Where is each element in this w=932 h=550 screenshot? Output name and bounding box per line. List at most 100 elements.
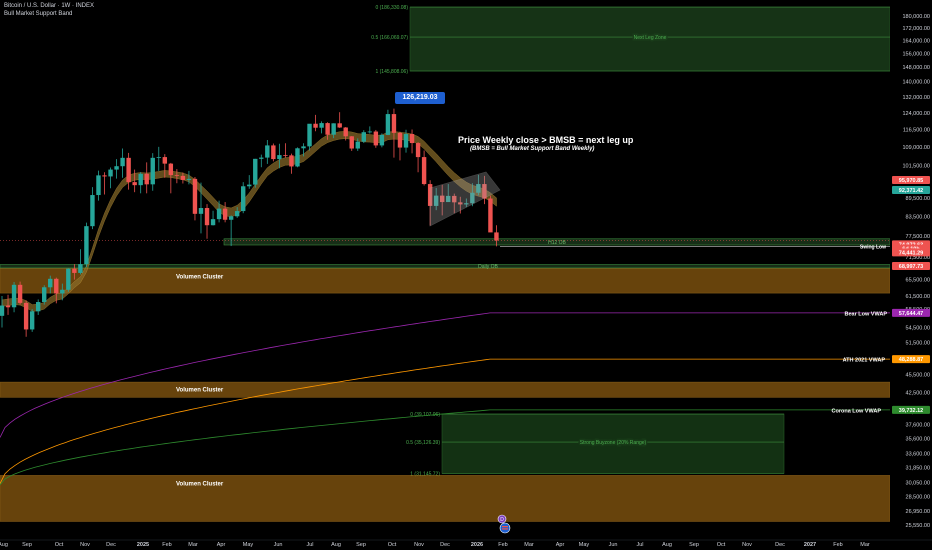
time-tick-label: Oct [388,542,397,548]
candle-body[interactable] [72,268,77,273]
candle-body[interactable] [198,208,204,214]
candle-body[interactable] [96,175,101,196]
price-tick-label: 33,600.00 [906,452,930,458]
candle-body[interactable] [421,157,427,185]
candle-body[interactable] [494,232,499,241]
candle-body[interactable] [313,123,318,128]
candle-body[interactable] [361,132,366,142]
candle-body[interactable] [42,287,47,303]
candle-body[interactable] [78,264,83,273]
candle-body[interactable] [138,173,143,186]
candle-body[interactable] [301,146,306,149]
candle-body[interactable] [379,134,385,146]
candle-body[interactable] [126,157,131,183]
candle-body[interactable] [23,302,29,330]
vwap-name-label: ATH 2021 VWAP [843,358,886,364]
price-chart[interactable]: 0 (186,330.08) 0.5 (166,069.07) 1 (145,808… [0,0,932,550]
candle-body[interactable] [102,175,107,177]
candle-body[interactable] [367,131,373,133]
candle-body[interactable] [265,145,270,158]
indicator-name[interactable]: Bull Market Support Band [4,11,72,17]
candle-body[interactable] [120,157,125,167]
candle-body[interactable] [180,175,186,180]
price-tick-label: 31,850.00 [906,466,930,472]
candle-body[interactable] [29,311,35,330]
candle-body[interactable] [283,155,288,156]
candle-body[interactable] [150,157,155,185]
candle-body[interactable] [54,278,59,294]
candle-body[interactable] [17,284,23,303]
candle-body[interactable] [114,166,119,170]
candle-body[interactable] [48,278,53,288]
flag-icon[interactable] [499,522,511,534]
time-tick-label: Aug [331,542,341,548]
candle-body[interactable] [319,123,324,128]
price-tick-label: 172,000.00 [902,26,930,32]
candle-body[interactable] [210,219,216,226]
symbol-title[interactable]: Bitcoin / U.S. Dollar · 1W · INDEX [4,3,94,9]
candle-body[interactable] [132,182,137,186]
price-tick-label: 54,500.00 [906,326,930,332]
event-icons[interactable]: D [497,513,515,535]
price-tick-label: 26,950.00 [906,509,930,515]
time-tick-label: May [243,542,254,548]
candle-body[interactable] [174,175,180,176]
candle-body[interactable] [60,289,65,294]
candle-body[interactable] [247,184,252,187]
candle-body[interactable] [253,158,258,185]
candle-body[interactable] [289,155,294,167]
price-tick-label: 116,500.00 [903,128,930,134]
candle-body[interactable] [186,178,192,180]
candle-body[interactable] [337,123,342,128]
candle-body[interactable] [108,169,113,177]
candle-body[interactable] [331,123,336,135]
candle-body[interactable] [84,226,89,265]
candle-body[interactable] [295,148,300,167]
candle-body[interactable] [403,134,409,148]
candle-body[interactable] [373,131,379,146]
candle-body[interactable] [222,208,228,220]
volume-cluster-box [0,381,891,398]
time-tick-label: Sep [22,542,32,548]
candle-body[interactable] [5,305,11,308]
candle-body[interactable] [144,173,149,185]
candle-body[interactable] [192,178,198,214]
candle-body[interactable] [355,141,360,149]
candle-body[interactable] [228,216,234,220]
dividend-icon[interactable]: D [497,514,507,524]
candle-body[interactable] [0,305,5,316]
candle-body[interactable] [385,114,391,135]
candle-body[interactable] [234,211,240,217]
candle-body[interactable] [488,198,493,233]
candle-body[interactable] [391,114,397,133]
volume-cluster-box [0,268,891,294]
candle-body[interactable] [204,208,210,226]
candle-body[interactable] [349,136,354,149]
candle-body[interactable] [307,123,312,147]
candle-body[interactable] [66,268,71,290]
candle-body[interactable] [11,284,17,308]
fib-level-label: 0 (186,330.08) [375,5,408,11]
candle-body[interactable] [259,157,264,159]
vwap-name-label: Bear Low VWAP [845,311,888,317]
time-tick-label: Jul [636,542,643,548]
candle-body[interactable] [343,127,348,137]
fib-level-label: 0.5 (35,126.39) [406,440,440,446]
price-tick-label: 45,500.00 [906,373,930,379]
candle-body[interactable] [325,123,330,135]
price-tick-label: 83,500.00 [906,214,930,220]
candle-body[interactable] [90,195,95,227]
candle-body[interactable] [271,145,276,160]
candle-body[interactable] [216,208,222,220]
candle-body[interactable] [156,157,161,158]
candle-body[interactable] [162,157,168,164]
candle-body[interactable] [409,134,415,144]
candle-body[interactable] [35,302,41,312]
candle-body[interactable] [168,163,174,176]
price-tick-label: 37,600.00 [906,422,930,428]
candle-body[interactable] [241,186,246,212]
candle-body[interactable] [277,155,282,160]
candle-body[interactable] [415,143,421,158]
price-tick-label: 148,000.00 [902,65,930,71]
candle-body[interactable] [397,132,403,148]
